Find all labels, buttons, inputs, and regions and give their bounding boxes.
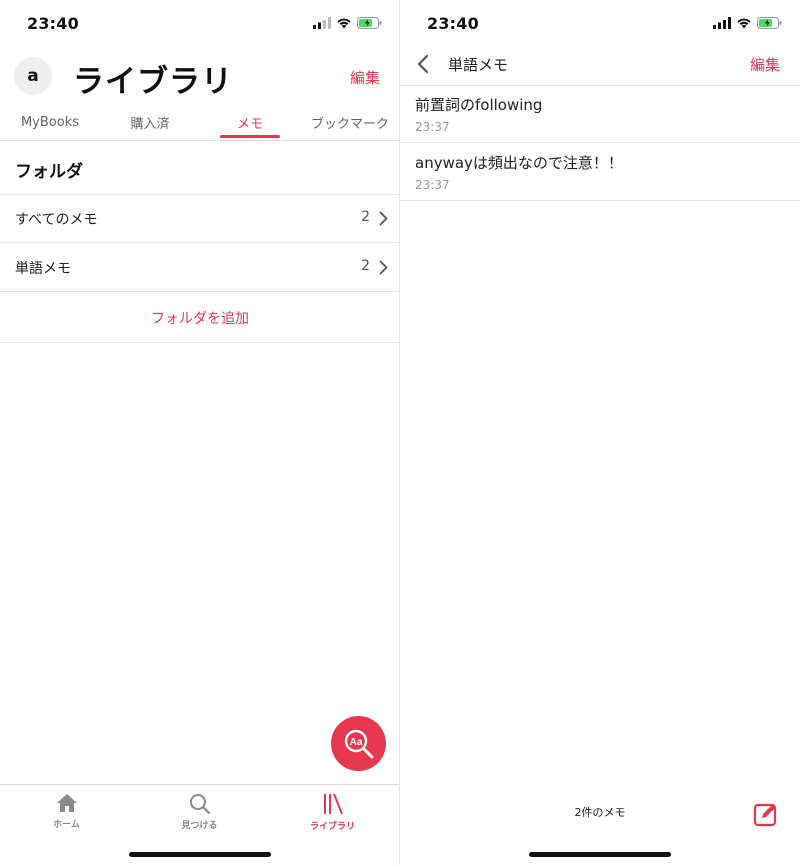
tabbar-item-library[interactable]: ライブラリ [266,793,399,832]
tab-bookmark[interactable]: ブックマーク [300,104,400,140]
folder-row-word-memo[interactable]: 単語メモ 2 [0,242,400,291]
folder-section-title: フォルダ [15,162,83,182]
wifi-icon [737,18,751,29]
memo-count: 2件のメモ [574,806,626,819]
memo-time: 23:37 [415,178,450,192]
edit-button[interactable]: 編集 [750,54,780,75]
chevron-right-icon [379,260,388,275]
tab-purchased[interactable]: 購入済 [100,104,200,140]
wifi-icon [337,18,351,29]
memo-text: anywayは頻出なので注意！！ [415,154,623,172]
memo-time: 23:37 [415,120,450,134]
tabbar-label: ライブラリ [309,822,355,832]
memo-item[interactable]: anywayは頻出なので注意！！ 23:37 [400,143,800,201]
library-screen: 23:40 a ライブラリ 編集 MyBooks 購入済 メモ ブックマーク フ… [0,0,400,865]
signal-icon [713,17,731,29]
memo-text: 前置詞のfollowing [415,96,543,114]
tab-mybooks[interactable]: MyBooks [0,104,100,140]
tabbar-label: 見つける [181,821,218,831]
active-tab-indicator [220,135,280,138]
battery-icon [357,17,382,29]
home-icon [56,794,77,812]
word-memo-screen: 23:40 単語メモ 編集 前置詞のfollowing 23:37 anyway… [400,0,800,865]
tabbar-label: ホーム [53,820,80,830]
library-tabs: MyBooks 購入済 メモ ブックマーク [0,104,400,141]
svg-text:Aa: Aa [349,737,362,748]
folder-count: 2 [361,258,370,274]
tabbar-item-home[interactable]: ホーム [0,793,133,830]
folder-label: すべてのメモ [15,212,98,228]
search-icon [189,794,210,814]
status-bar: 23:40 [400,0,800,46]
folder-label: 単語メモ [15,261,71,277]
tabbar-item-discover[interactable]: 見つける [133,793,266,831]
dictionary-search-icon: Aa [344,729,373,758]
home-indicator [529,852,671,857]
home-indicator [129,852,271,857]
folder-row-all-memos[interactable]: すべてのメモ 2 [0,194,400,242]
library-icon [323,793,343,815]
add-folder-row: フォルダを追加 [0,291,400,343]
status-bar: 23:40 [0,0,400,46]
avatar-letter: a [27,66,39,86]
folder-count: 2 [361,209,370,225]
add-folder-button[interactable]: フォルダを追加 [0,308,400,328]
back-chevron-icon[interactable] [417,54,429,74]
page-title: ライブラリ [73,64,233,100]
edit-button[interactable]: 編集 [350,67,380,88]
status-time: 23:40 [427,14,479,33]
compose-icon[interactable] [753,801,779,827]
avatar[interactable]: a [14,57,52,95]
battery-icon [757,17,782,29]
memo-item[interactable]: 前置詞のfollowing 23:37 [400,86,800,143]
status-icons [313,16,382,30]
status-time: 23:40 [27,14,79,33]
status-icons [713,16,782,30]
nav-title: 単語メモ [448,56,509,74]
dictionary-search-button[interactable]: Aa [331,716,386,771]
chevron-right-icon [379,211,388,226]
signal-icon [313,17,331,29]
